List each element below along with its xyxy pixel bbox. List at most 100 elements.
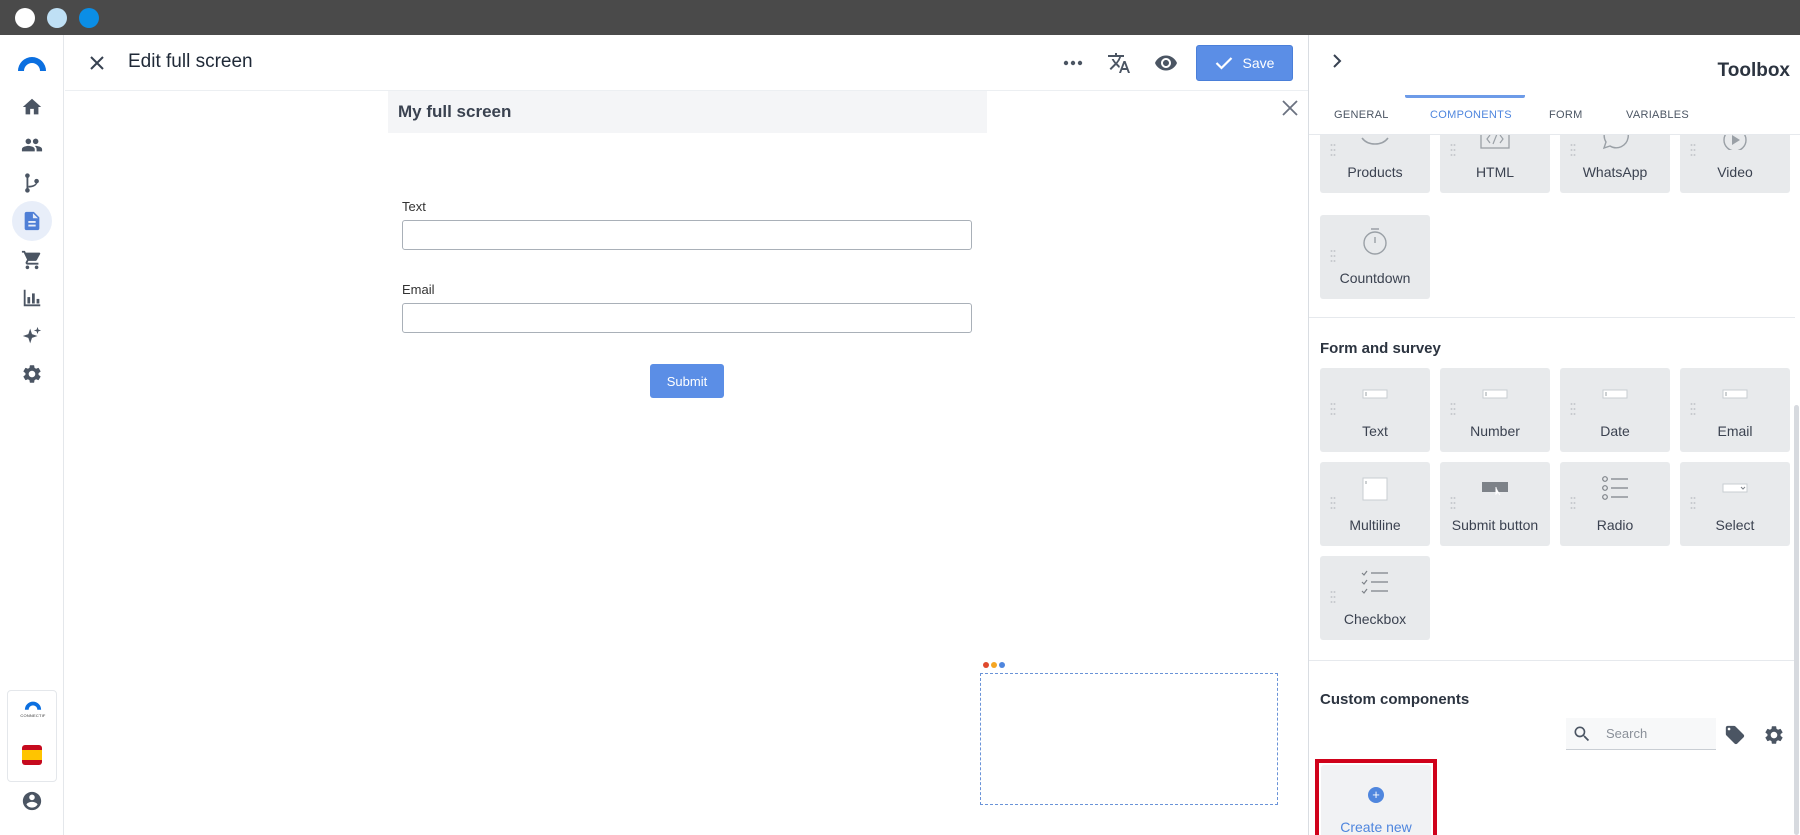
translate-icon [1108,53,1130,73]
form-tile-multiline[interactable]: Multiline [1320,462,1430,546]
component-label: Text [1362,423,1388,439]
component-label: Select [1715,517,1755,533]
nav-content[interactable] [12,201,52,241]
toolbox-scroll-area[interactable]: Products HTML WhatsApp Video Countdown F… [1309,135,1800,835]
custom-components-settings-button[interactable] [1762,723,1786,747]
toolbox-title: Toolbox [1717,60,1790,81]
form-tile-select[interactable]: Select [1680,462,1790,546]
component-label: Video [1717,164,1753,180]
close-full-screen-button[interactable] [1279,97,1301,119]
play-icon [1680,135,1790,153]
tab-general[interactable]: GENERAL [1334,109,1389,121]
brand-badge[interactable]: CONNECTIF [17,701,49,725]
component-label: Checkbox [1343,611,1407,627]
section-divider [1309,660,1795,661]
button-icon [1440,470,1550,506]
checklist-icon [1320,564,1430,600]
page-title: Edit full screen [128,51,253,72]
full-screen-header[interactable]: My full screen [388,91,987,133]
form-tile-number[interactable]: Number [1440,368,1550,452]
nav-audience[interactable] [12,125,52,165]
close-icon [90,56,104,70]
window-close-control[interactable] [15,8,35,28]
gear-icon [1765,726,1783,744]
account-button[interactable] [12,781,52,821]
close-editor-button[interactable] [83,49,111,77]
nav-home[interactable] [12,87,52,127]
home-icon [22,98,42,115]
preview-frame[interactable] [980,673,1278,805]
user-circle-icon [22,791,42,811]
form-tile-checkbox[interactable]: Checkbox [1320,556,1430,640]
more-icon [1063,60,1083,66]
component-label: Radio [1596,517,1634,533]
tab-form[interactable]: FORM [1549,109,1583,121]
window-minimize-control[interactable] [47,8,67,28]
window-titlebar [0,0,1800,35]
nav-ai[interactable] [12,316,52,356]
editor-canvas: My full screen Text Email Submit [65,91,1308,835]
editor-header: Edit full screen Save [65,35,1308,91]
create-new-component-button[interactable]: + Create new [1321,765,1431,835]
component-label: Number [1470,423,1520,439]
spain-flag-icon [22,745,42,765]
component-tile-whatsapp[interactable]: WhatsApp [1560,135,1670,193]
section-divider [1309,317,1795,318]
nav-commerce[interactable] [12,240,52,280]
stopwatch-icon [1320,223,1430,259]
tags-filter-button[interactable] [1723,723,1747,747]
component-tile-products[interactable]: Products [1320,135,1430,193]
form-tile-date[interactable]: Date [1560,368,1670,452]
email-field-label: Email [402,282,435,297]
nav-settings[interactable] [12,354,52,394]
search-input[interactable] [1606,726,1706,741]
translate-button[interactable] [1105,49,1133,77]
component-tile-countdown[interactable]: Countdown [1320,215,1430,299]
email-input-icon [1680,376,1790,412]
submit-button[interactable]: Submit [650,364,724,398]
check-icon [1215,57,1232,70]
people-icon [21,138,43,152]
form-tile-email[interactable]: Email [1680,368,1790,452]
active-tab-indicator [1405,95,1525,98]
component-tile-video[interactable]: Video [1680,135,1790,193]
search-icon [1574,726,1590,742]
form-tile-radio[interactable]: Radio [1560,462,1670,546]
collapse-toolbox-button[interactable] [1325,49,1349,73]
tab-components[interactable]: COMPONENTS [1430,109,1512,121]
language-flag-button[interactable] [22,745,42,765]
more-options-button[interactable] [1059,49,1087,77]
nav-rail: CONNECTIF [0,35,64,835]
gear-icon [23,365,41,383]
custom-section-title: Custom components [1320,691,1470,708]
component-label: Email [1717,423,1753,439]
toolbox-panel: Toolbox GENERAL COMPONENTS FORM VARIABLE… [1308,35,1800,835]
nav-analytics[interactable] [12,278,52,318]
nav-flows[interactable] [12,163,52,203]
email-field[interactable] [402,303,972,333]
products-icon [1320,135,1430,153]
eye-icon [1155,55,1177,71]
form-tile-text[interactable]: Text [1320,368,1430,452]
full-screen-title: My full screen [398,102,512,121]
create-new-label: Create new [1340,819,1412,835]
form-tile-submit-button[interactable]: Submit button [1440,462,1550,546]
save-button[interactable]: Save [1196,45,1293,81]
tags-icon [1725,725,1745,745]
form-section-title: Form and survey [1320,340,1441,357]
component-tile-html[interactable]: HTML [1440,135,1550,193]
toolbox-scrollbar[interactable] [1794,405,1799,835]
component-label: Submit button [1451,517,1539,533]
component-label: WhatsApp [1582,164,1648,180]
custom-components-search [1566,718,1716,750]
preview-button[interactable] [1152,49,1180,77]
text-field[interactable] [402,220,972,250]
component-label: Products [1347,164,1403,180]
plus-circle-icon: + [1368,787,1384,803]
brand-language-box: CONNECTIF [7,690,57,782]
toolbox-tabs: GENERAL COMPONENTS FORM VARIABLES [1309,95,1800,135]
tab-variables[interactable]: VARIABLES [1626,109,1689,121]
create-new-highlight: + Create new [1315,759,1437,835]
brand-label: CONNECTIF [20,713,46,718]
window-maximize-control[interactable] [79,8,99,28]
